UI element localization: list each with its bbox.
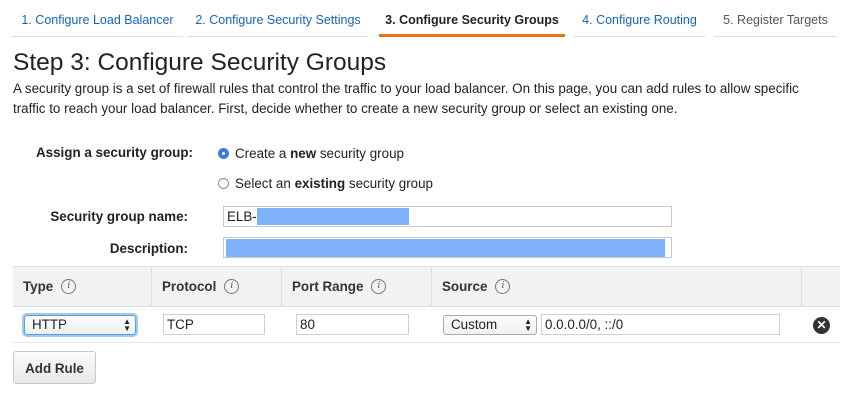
page-description: A security group is a set of firewall ru… (13, 81, 799, 116)
select-arrows-icon: ▲ ▼ (123, 317, 131, 333)
add-rule-button[interactable]: Add Rule (13, 351, 96, 384)
radio-create-new[interactable] (218, 147, 229, 159)
rule-protocol-field: TCP (163, 314, 265, 335)
rule-source-input[interactable]: 0.0.0.0/0, ::/0 (541, 314, 780, 335)
info-icon[interactable]: i (224, 278, 240, 294)
select-existing-security-group-option[interactable]: Select an existing security group (218, 174, 433, 192)
radio-select-existing[interactable] (218, 177, 229, 189)
info-icon[interactable]: i (371, 278, 387, 294)
tab-configure-security-settings[interactable]: 2. Configure Security Settings (188, 0, 368, 37)
info-icon[interactable]: i (495, 278, 511, 294)
description-label: Description: (109, 241, 188, 256)
rule-source-select[interactable]: Custom ▲ ▼ (443, 315, 537, 335)
rule-port-range-field[interactable]: 80 (296, 314, 409, 335)
info-icon[interactable]: i (61, 278, 77, 294)
security-group-name-label: Security group name: (50, 209, 188, 224)
rules-table-header: Type i Protocol i Port Range i Source i (13, 266, 840, 307)
redacted-description (226, 239, 665, 257)
header-protocol: Protocol i (152, 267, 282, 306)
wizard-tabs: 1. Configure Load Balancer 2. Configure … (0, 0, 843, 40)
select-arrows-icon: ▲ ▼ (524, 317, 532, 333)
header-port-range: Port Range i (282, 267, 432, 306)
page-title: Step 3: Configure Security Groups (13, 49, 387, 76)
tab-configure-load-balancer[interactable]: 1. Configure Load Balancer (12, 0, 183, 37)
description-input[interactable] (223, 237, 672, 258)
header-source: Source i (432, 267, 802, 306)
header-type: Type i (13, 267, 152, 306)
rule-type-select[interactable]: HTTP ▲ ▼ (24, 315, 136, 335)
tab-register-targets[interactable]: 5. Register Targets (714, 0, 837, 37)
close-circle-icon[interactable]: ✕ (813, 317, 830, 334)
redacted-name (257, 208, 409, 225)
security-group-name-input[interactable]: ELB- (223, 206, 672, 227)
tab-configure-security-groups[interactable]: 3. Configure Security Groups (379, 0, 565, 37)
row-divider (13, 342, 840, 343)
tab-configure-routing[interactable]: 4. Configure Routing (574, 0, 705, 37)
create-new-security-group-option[interactable]: Create a new security group (218, 144, 404, 162)
assign-security-group-label: Assign a security group: (35, 145, 193, 160)
